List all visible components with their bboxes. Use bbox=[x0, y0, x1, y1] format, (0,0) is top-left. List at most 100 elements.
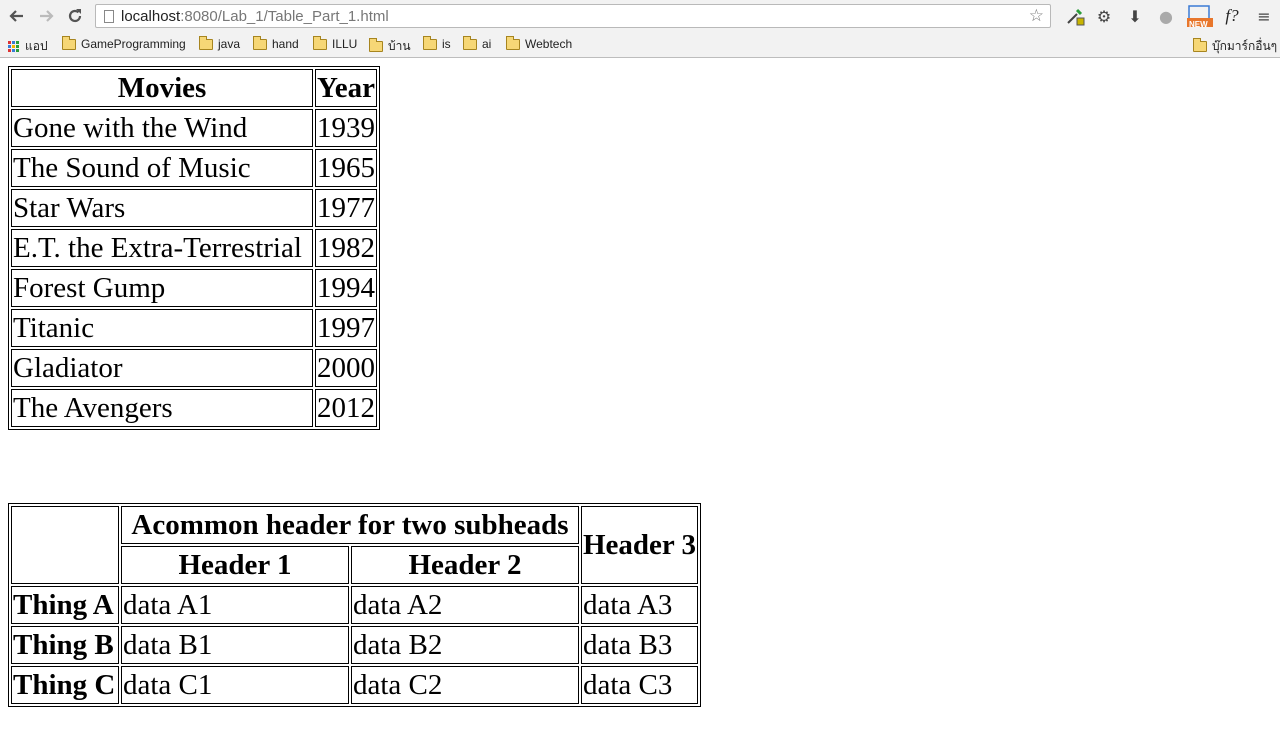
data-cell: data B2 bbox=[351, 626, 579, 664]
movie-year-cell: 1965 bbox=[315, 149, 377, 187]
font-extension-icon[interactable]: f? bbox=[1220, 5, 1244, 27]
table-row: The Avengers 2012 bbox=[11, 389, 377, 427]
table-row: Gone with the Wind 1939 bbox=[11, 109, 377, 147]
movie-year-cell: 1982 bbox=[315, 229, 377, 267]
table-row: Titanic 1997 bbox=[11, 309, 377, 347]
reload-icon bbox=[68, 9, 82, 23]
folder-icon bbox=[253, 35, 267, 50]
folder-icon bbox=[1193, 38, 1207, 52]
forward-arrow-icon bbox=[40, 10, 54, 22]
column-header-movies: Movies bbox=[11, 69, 313, 107]
table-row: Thing A data A1 data A2 data A3 bbox=[11, 586, 699, 624]
menu-icon[interactable]: ≡ bbox=[1252, 5, 1276, 27]
eyedropper-extension-icon[interactable] bbox=[1063, 5, 1087, 27]
other-bookmarks-label: บุ๊กมาร์กอื่นๆ bbox=[1212, 39, 1278, 53]
bookmark-label: java bbox=[218, 37, 241, 51]
new-badge-label: NEW bbox=[1189, 20, 1208, 29]
bookmark-label: is bbox=[442, 37, 451, 51]
bookmark-folder-home[interactable]: บ้าน bbox=[369, 37, 411, 56]
movie-title-cell: Gladiator bbox=[11, 349, 313, 387]
gear-extension-icon[interactable]: ⚙ bbox=[1092, 5, 1116, 27]
group-header: Acommon header for two subheads bbox=[121, 506, 579, 544]
apps-grid-icon bbox=[8, 40, 20, 53]
data-cell: data B3 bbox=[581, 626, 699, 664]
bookmark-folder-illu[interactable]: ILLU bbox=[313, 35, 358, 51]
row-header-thing-b: Thing B bbox=[11, 626, 119, 664]
folder-icon bbox=[506, 35, 520, 50]
movie-title-cell: Titanic bbox=[11, 309, 313, 347]
table-header-row: Movies Year bbox=[11, 69, 377, 107]
bookmark-folder-gameprogramming[interactable]: GameProgramming bbox=[62, 35, 186, 51]
ghost-extension-icon[interactable]: ● bbox=[1154, 5, 1178, 27]
movie-year-cell: 1939 bbox=[315, 109, 377, 147]
data-cell: data C2 bbox=[351, 666, 579, 704]
folder-icon bbox=[313, 35, 327, 50]
bookmark-folder-webtech[interactable]: Webtech bbox=[506, 35, 573, 51]
bookmark-label: ILLU bbox=[332, 37, 358, 51]
bookmark-label: ai bbox=[482, 37, 492, 51]
other-bookmarks[interactable]: บุ๊กมาร์กอื่นๆ bbox=[1193, 37, 1277, 56]
column-header-year: Year bbox=[315, 69, 377, 107]
bookmark-folder-is[interactable]: is bbox=[423, 35, 451, 51]
bookmark-label: GameProgramming bbox=[81, 37, 186, 51]
bookmark-folder-hand[interactable]: hand bbox=[253, 35, 299, 51]
table-row: Star Wars 1977 bbox=[11, 189, 377, 227]
url-text: localhost:8080/Lab_1/Table_Part_1.html bbox=[121, 7, 389, 25]
reload-button[interactable] bbox=[63, 5, 87, 27]
table-row: Thing C data C1 data C2 data C3 bbox=[11, 666, 699, 704]
movie-title-cell: Gone with the Wind bbox=[11, 109, 313, 147]
folder-icon bbox=[369, 38, 383, 52]
folder-icon bbox=[463, 35, 477, 50]
bookmark-star-icon[interactable]: ☆ bbox=[1029, 6, 1044, 26]
things-table: Acommon header for two subheads Header 3… bbox=[8, 503, 702, 707]
movie-year-cell: 1997 bbox=[315, 309, 377, 347]
bookmark-label: แอป bbox=[25, 39, 48, 53]
bookmark-folder-java[interactable]: java bbox=[199, 35, 241, 51]
movie-year-cell: 2000 bbox=[315, 349, 377, 387]
browser-chrome: localhost:8080/Lab_1/Table_Part_1.html ☆… bbox=[0, 0, 1280, 58]
table-row: Thing B data B1 data B2 data B3 bbox=[11, 626, 699, 664]
folder-icon bbox=[423, 35, 437, 50]
movie-year-cell: 1977 bbox=[315, 189, 377, 227]
movie-title-cell: Star Wars bbox=[11, 189, 313, 227]
back-arrow-icon bbox=[9, 10, 23, 22]
data-cell: data A1 bbox=[121, 586, 349, 624]
bookmark-folder-ai[interactable]: ai bbox=[463, 35, 492, 51]
page-icon bbox=[104, 9, 114, 23]
movies-table: Movies Year Gone with the Wind 1939 The … bbox=[8, 66, 380, 430]
browser-toolbar: localhost:8080/Lab_1/Table_Part_1.html ☆… bbox=[0, 0, 1280, 33]
table-row: Forest Gump 1994 bbox=[11, 269, 377, 307]
movie-title-cell: Forest Gump bbox=[11, 269, 313, 307]
forward-button[interactable] bbox=[34, 5, 58, 27]
folder-icon bbox=[199, 35, 213, 50]
column-header-3: Header 3 bbox=[581, 506, 699, 584]
table-row: The Sound of Music 1965 bbox=[11, 149, 377, 187]
movie-title-cell: The Avengers bbox=[11, 389, 313, 427]
address-bar[interactable]: localhost:8080/Lab_1/Table_Part_1.html ☆ bbox=[95, 4, 1051, 28]
folder-icon bbox=[62, 35, 76, 50]
eyedropper-icon bbox=[1067, 8, 1085, 26]
bookmarks-bar: แอป GameProgramming java hand ILLU บ้าน … bbox=[0, 33, 1280, 57]
empty-corner-cell bbox=[11, 506, 119, 584]
bookmark-apps[interactable]: แอป bbox=[8, 37, 48, 56]
movie-title-cell: E.T. the Extra-Terrestrial bbox=[11, 229, 313, 267]
movie-title-cell: The Sound of Music bbox=[11, 149, 313, 187]
movie-year-cell: 2012 bbox=[315, 389, 377, 427]
table-header-row: Acommon header for two subheads Header 3 bbox=[11, 506, 699, 584]
data-cell: data A3 bbox=[581, 586, 699, 624]
table-row: E.T. the Extra-Terrestrial 1982 bbox=[11, 229, 377, 267]
row-header-thing-c: Thing C bbox=[11, 666, 119, 704]
row-header-thing-a: Thing A bbox=[11, 586, 119, 624]
new-extension-icon[interactable]: NEW bbox=[1186, 5, 1214, 29]
data-cell: data C1 bbox=[121, 666, 349, 704]
column-header-2: Header 2 bbox=[351, 546, 579, 584]
download-icon[interactable]: ⬇ bbox=[1123, 5, 1147, 27]
back-button[interactable] bbox=[5, 5, 29, 27]
bookmark-label: บ้าน bbox=[388, 39, 411, 53]
bookmark-label: hand bbox=[272, 37, 299, 51]
bookmark-label: Webtech bbox=[525, 37, 573, 51]
column-header-1: Header 1 bbox=[121, 546, 349, 584]
data-cell: data C3 bbox=[581, 666, 699, 704]
table-row: Gladiator 2000 bbox=[11, 349, 377, 387]
data-cell: data B1 bbox=[121, 626, 349, 664]
